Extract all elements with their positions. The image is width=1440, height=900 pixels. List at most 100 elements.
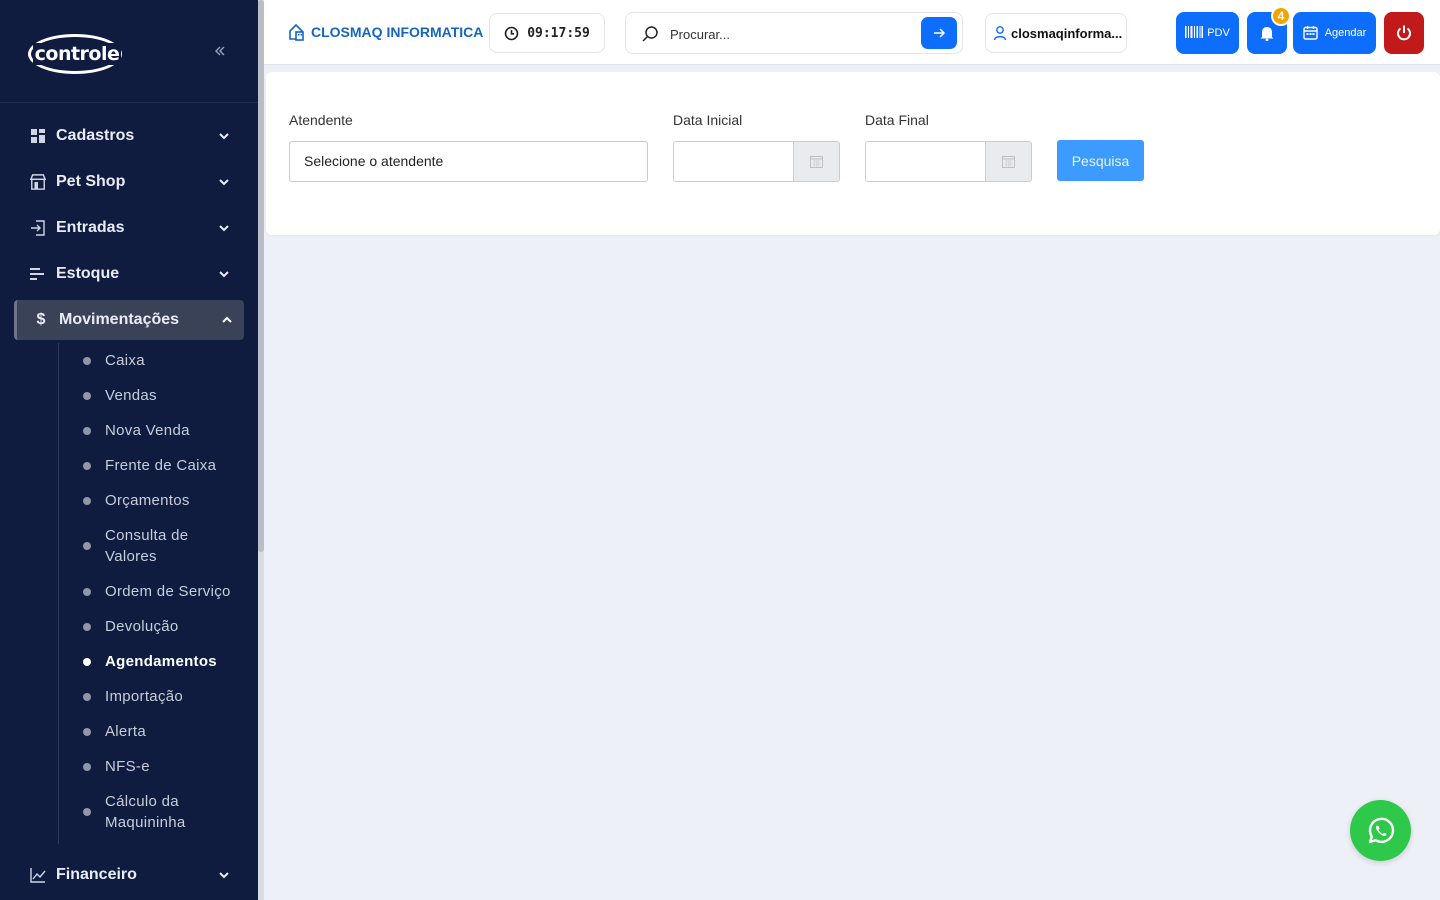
clock-icon	[504, 26, 519, 41]
bullet-icon	[83, 461, 91, 470]
submenu-item-nfs-e[interactable]: NFS-e	[59, 749, 258, 784]
bullet-icon	[83, 391, 91, 400]
sidebar-item-estoque[interactable]: Estoque	[0, 251, 258, 297]
sidebar-item-cadastros[interactable]: Cadastros	[0, 113, 258, 159]
chevron-down-icon	[219, 271, 229, 278]
submenu-item-label: Nova Venda	[105, 422, 190, 439]
logout-button[interactable]	[1384, 12, 1424, 54]
search-icon	[641, 25, 659, 43]
bullet-icon	[83, 542, 91, 550]
bullet-icon	[83, 587, 91, 596]
bullet-icon	[83, 762, 91, 771]
notification-count-badge: 4	[1271, 6, 1291, 26]
calendar-icon[interactable]	[985, 142, 1031, 181]
sidebar-item-label: Cadastros	[56, 127, 135, 144]
search-box	[625, 12, 963, 54]
building-icon	[286, 22, 306, 42]
submenu-item-alerta[interactable]: Alerta	[59, 714, 258, 749]
sidebar-item-entradas[interactable]: Entradas	[0, 205, 258, 251]
sidebar-scrollbar[interactable]	[258, 0, 264, 900]
grid-icon	[30, 128, 46, 144]
bullet-icon	[83, 496, 91, 505]
bars-icon	[30, 266, 46, 282]
submenu-item-label: Agendamentos	[105, 653, 217, 670]
submenu-item-frente-de-caixa[interactable]: Frente de Caixa	[59, 448, 258, 483]
chevron-down-icon	[219, 179, 229, 186]
sidebar-item-label: Entradas	[56, 219, 125, 236]
start-date-label: Data Inicial	[673, 112, 743, 128]
submenu-item-label: Consulta de Valores	[105, 527, 189, 565]
sidebar: controle Cadastros Pet Shop Entradas Est…	[0, 0, 258, 900]
search-submit-button[interactable]	[921, 17, 957, 49]
power-icon	[1397, 25, 1411, 41]
search-input[interactable]	[670, 23, 910, 45]
submenu-item-calculo-da-maquininha[interactable]: Cálculo da Maquininha	[59, 784, 258, 840]
sidebar-menu: Cadastros Pet Shop Entradas Estoque $ Mo…	[0, 113, 258, 844]
logo[interactable]: controle	[28, 34, 122, 74]
submenu-item-nova-venda[interactable]: Nova Venda	[59, 413, 258, 448]
clock-time: 09:17:59	[527, 25, 590, 41]
submenu-item-label: Ordem de Serviço	[105, 583, 231, 600]
sidebar-item-label: Pet Shop	[56, 173, 126, 190]
bullet-icon	[83, 808, 91, 816]
logo-text: controle	[32, 43, 122, 65]
pdv-label: PDV	[1207, 27, 1230, 39]
user-menu[interactable]: closmaqinforma...	[985, 13, 1127, 53]
company-label: CLOSMAQ INFORMATICA	[311, 24, 484, 40]
sidebar-item-movimentacoes[interactable]: $ Movimentações	[14, 300, 244, 340]
store-icon	[30, 174, 46, 190]
chevron-down-icon	[219, 133, 229, 140]
calendar-icon	[1303, 25, 1319, 41]
search-button[interactable]: Pesquisa	[1057, 140, 1144, 181]
whatsapp-button[interactable]	[1350, 800, 1411, 861]
submenu-item-agendamentos[interactable]: Agendamentos	[59, 644, 258, 679]
username: closmaqinforma...	[1011, 25, 1123, 41]
sidebar-item-label: Financeiro	[56, 866, 137, 883]
submenu-item-importacao[interactable]: Importação	[59, 679, 258, 714]
submenu-item-label: NFS-e	[105, 758, 150, 775]
pdv-button[interactable]: PDV	[1176, 12, 1239, 54]
submenu-item-orcamentos[interactable]: Orçamentos	[59, 483, 258, 518]
end-date-label: Data Final	[865, 112, 929, 128]
topbar: CLOSMAQ INFORMATICA 09:17:59 closmaqinfo…	[264, 0, 1440, 65]
attendant-select[interactable]: Selecione o atendente	[289, 141, 648, 182]
start-date-input[interactable]	[674, 142, 793, 181]
barcode-icon	[1185, 25, 1204, 41]
attendant-label: Atendente	[289, 112, 353, 128]
calendar-icon[interactable]	[793, 142, 839, 181]
chevron-down-icon	[219, 872, 229, 879]
user-icon	[992, 25, 1008, 41]
sidebar-item-pet-shop[interactable]: Pet Shop	[0, 159, 258, 205]
submenu-item-ordem-de-servico[interactable]: Ordem de Serviço	[59, 574, 258, 609]
submenu-item-vendas[interactable]: Vendas	[59, 378, 258, 413]
clock: 09:17:59	[489, 13, 605, 53]
submenu-item-label: Caixa	[105, 352, 145, 369]
chart-line-icon	[30, 867, 46, 883]
sidebar-item-label: Movimentações	[59, 311, 180, 328]
double-chevron-left-icon[interactable]	[210, 44, 230, 64]
bullet-icon	[83, 657, 91, 666]
login-icon	[30, 220, 46, 236]
agendar-label: Agendar	[1324, 27, 1367, 39]
bullet-icon	[83, 692, 91, 701]
submenu-item-label: Vendas	[105, 387, 157, 404]
start-date-field	[673, 141, 840, 182]
submenu-item-label: Orçamentos	[105, 492, 190, 509]
submenu-item-label: Devolução	[105, 618, 179, 635]
dollar-icon: $	[36, 311, 46, 328]
submenu-item-label: Alerta	[105, 723, 146, 740]
end-date-input[interactable]	[866, 142, 985, 181]
chevron-down-icon	[219, 225, 229, 232]
sidebar-item-label: Estoque	[56, 265, 120, 282]
submenu-item-caixa[interactable]: Caixa	[59, 343, 258, 378]
submenu-item-devolucao[interactable]: Devolução	[59, 609, 258, 644]
agendar-button[interactable]: Agendar	[1293, 12, 1376, 54]
bullet-icon	[83, 356, 91, 365]
bell-icon	[1260, 27, 1274, 41]
submenu-item-consulta-de-valores[interactable]: Consulta de Valores	[59, 518, 258, 574]
bullet-icon	[83, 426, 91, 435]
submenu-item-label: Cálculo da Maquininha	[105, 793, 186, 831]
scrollbar-thumb[interactable]	[258, 0, 264, 552]
sidebar-item-financeiro[interactable]: Financeiro	[0, 852, 258, 898]
arrow-right-icon	[934, 28, 946, 38]
